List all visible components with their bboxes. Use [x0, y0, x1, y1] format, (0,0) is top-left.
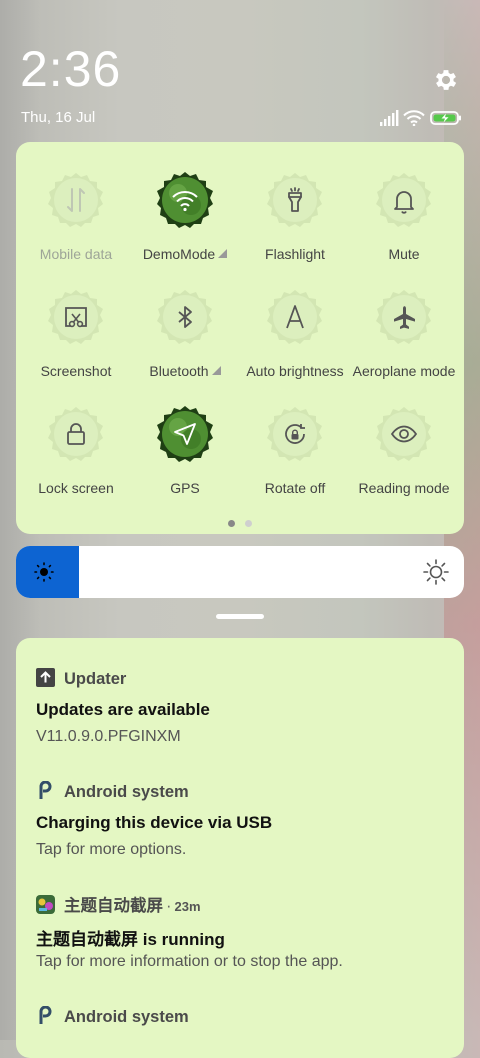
page-indicator-dot[interactable] [245, 520, 252, 527]
tile-label: Screenshot [40, 363, 112, 379]
scissors-icon [65, 307, 87, 328]
tile-mute[interactable]: Mute [349, 146, 459, 262]
notification-app-name: Updater [64, 670, 127, 688]
tile-label: Aeroplane mode [352, 363, 456, 379]
clock: 2:36 [20, 41, 122, 97]
tile-bluetooth[interactable]: Bluetooth [130, 263, 240, 379]
tile-label: Mute [388, 246, 420, 262]
battery-charging-icon [430, 111, 461, 125]
tile-gps[interactable]: GPS [130, 380, 240, 496]
tile-aeroplane-mode[interactable]: Aeroplane mode [349, 263, 459, 379]
notification-header: Android system [36, 1006, 189, 1026]
tile-label: Reading mode [358, 480, 450, 496]
tile-rotate-off[interactable]: Rotate off [240, 380, 350, 496]
date: Thu, 16 Jul [21, 109, 96, 126]
tile-mobile-data[interactable]: Mobile data [21, 146, 131, 262]
tile-demomode[interactable]: DemoMode [130, 146, 240, 262]
lock-icon [67, 423, 85, 445]
tile-label: Rotate off [264, 480, 326, 496]
notification-app-name: Android system [64, 1008, 189, 1026]
notification-app-name: Android system [64, 783, 189, 801]
wifi-icon [172, 191, 198, 212]
notification-title: 主题自动截屏 is running [36, 930, 225, 949]
notification-title: Charging this device via USB [36, 813, 273, 832]
wifi-status-icon [403, 110, 425, 126]
android-p-icon [39, 1006, 52, 1024]
tile-label: Bluetooth [124, 363, 246, 379]
notification-app-name: 主题自动截屏 [64, 897, 163, 915]
tile-label: Auto brightness [246, 363, 344, 379]
location-arrow-icon [174, 423, 196, 445]
notification-header: 主题自动截屏 · 23m [36, 892, 201, 915]
signal-icon [380, 110, 399, 126]
tile-label: GPS [170, 480, 200, 496]
notification-title: Updates are available [36, 700, 210, 719]
tile-label: Flashlight [265, 246, 325, 262]
notification-panel: Updater Updates are available V11.0.9.0.… [16, 638, 464, 1058]
expand-menu-icon[interactable] [218, 249, 228, 258]
page-indicator-dot-active[interactable] [228, 520, 235, 527]
tile-screenshot[interactable]: Screenshot [21, 263, 131, 379]
bluetooth-icon [178, 306, 192, 328]
tile-label-text: DemoMode [142, 246, 216, 262]
rotation-lock-icon [285, 424, 305, 444]
tile-label: DemoMode [124, 246, 246, 262]
drag-handle[interactable] [216, 614, 264, 619]
android-p-icon [39, 781, 52, 799]
tile-label: Mobile data [39, 246, 113, 262]
tile-flashlight[interactable]: Flashlight [240, 146, 350, 262]
brightness-high-icon [423, 559, 449, 585]
auto-brightness-icon [286, 305, 304, 329]
notification-header: Android system [36, 781, 189, 801]
tile-label-text: Bluetooth [149, 363, 209, 379]
tile-auto-brightness[interactable]: Auto brightness [240, 263, 350, 379]
brightness-low-icon [34, 562, 54, 582]
notification-body: Tap for more options. [36, 841, 187, 858]
notification-header: Updater [36, 668, 126, 688]
settings-gear-icon[interactable] [432, 66, 460, 94]
expand-menu-icon[interactable] [211, 366, 221, 375]
brightness-slider[interactable] [16, 546, 464, 598]
eye-icon [390, 425, 418, 443]
app-thumbnail-icon [36, 895, 55, 914]
bell-icon [394, 191, 414, 214]
mobile-data-icon [67, 188, 85, 212]
flashlight-icon [288, 187, 302, 212]
update-arrow-icon [36, 668, 55, 687]
tile-reading-mode[interactable]: Reading mode [349, 380, 459, 496]
tile-lock-screen[interactable]: Lock screen [21, 380, 131, 496]
separator-dot: · [166, 897, 172, 915]
quick-settings-panel: Mobile data DemoMode Flashlight Mute Scr… [16, 142, 464, 534]
notification-age: 23m [174, 899, 201, 914]
notification-body: V11.0.9.0.PFGINXM [36, 728, 181, 745]
tile-label: Lock screen [38, 480, 114, 496]
airplane-icon [394, 306, 415, 329]
notification-body: Tap for more information or to stop the … [36, 953, 343, 970]
